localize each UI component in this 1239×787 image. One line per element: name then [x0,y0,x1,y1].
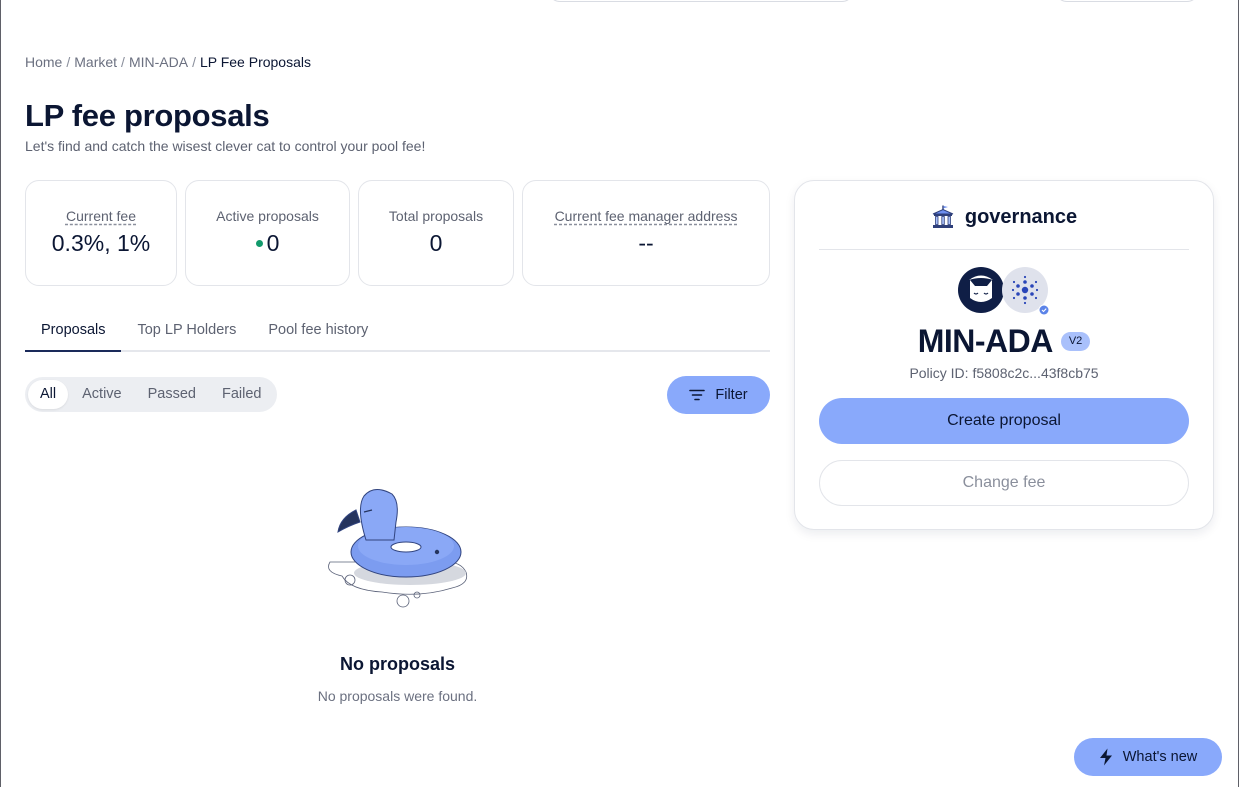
stat-card-current-fee: Current fee 0.3%, 1% [25,180,177,286]
whats-new-label: What's new [1122,749,1198,765]
governance-header: governance [795,205,1213,229]
stat-label: Total proposals [388,208,484,224]
active-dot-icon [255,240,263,247]
stat-card-total-proposals: Total proposals 0 [358,180,514,286]
breadcrumb: Home / Market / MIN-ADA / LP Fee Proposa… [25,54,311,70]
change-fee-button[interactable]: Change fee [819,460,1189,506]
empty-state-subtitle: No proposals were found. [317,688,478,704]
breadcrumb-separator: / [66,54,71,70]
tab-proposals[interactable]: Proposals [25,316,122,352]
filter-button-label: Filter [715,387,748,403]
tab-bar: Proposals Top LP Holders Pool fee histor… [25,316,770,352]
stat-label: Active proposals [216,208,319,224]
breadcrumb-separator: / [192,54,196,70]
breadcrumb-home[interactable]: Home [25,54,62,70]
pair-title: MIN-ADA [917,323,1054,359]
bank-icon [932,205,954,228]
status-all-button[interactable]: All [28,380,69,409]
stat-card-active-proposals: Active proposals 0 [185,180,350,286]
current-fee-value: 0.3%, 1% [51,230,151,256]
stat-label[interactable]: Current fee [26,208,176,224]
tab-top-lp-holders[interactable]: Top LP Holders [121,316,252,352]
flamingo-float-illustration [328,489,468,608]
pair-name-row: MIN-ADA V2 [795,323,1213,360]
page-title: LP fee proposals [25,98,270,133]
governance-card: governance MIN-ADA V2 Policy ID: f5808c2… [794,180,1214,530]
stat-label[interactable]: Current fee manager address [523,208,769,224]
fee-manager-value: -- [638,230,654,256]
status-passed-button[interactable]: Passed [136,380,208,409]
top-search-bar[interactable] [548,0,854,2]
min-token-icon [958,267,1004,313]
top-wallet-button[interactable] [1055,0,1199,2]
filter-button[interactable]: Filter [667,376,770,414]
create-proposal-button[interactable]: Create proposal [819,398,1189,444]
total-proposals-value: 0 [429,230,443,256]
status-active-button[interactable]: Active [70,380,134,409]
breadcrumb-market[interactable]: Market [74,54,117,70]
lightning-icon [1099,748,1112,766]
governance-title: governance [964,205,1078,228]
empty-state-title: No proposals [339,654,455,674]
active-proposals-value: 0 [266,230,280,256]
breadcrumb-separator: / [121,54,125,70]
breadcrumb-pair[interactable]: MIN-ADA [129,54,188,70]
whats-new-button[interactable]: What's new [1074,738,1222,776]
filter-icon [689,389,706,401]
policy-id[interactable]: Policy ID: f5808c2c...43f8cb75 [795,365,1213,381]
status-failed-button[interactable]: Failed [210,380,274,409]
breadcrumb-current: LP Fee Proposals [199,54,311,70]
verified-icon [1038,304,1050,316]
stat-value: 0 [359,230,513,257]
stat-value: -- [523,230,769,257]
tab-pool-fee-history[interactable]: Pool fee history [252,316,384,352]
status-segmented-control: All Active Passed Failed [25,377,277,412]
page-subtitle: Let's find and catch the wisest clever c… [25,138,426,154]
stat-card-fee-manager: Current fee manager address -- [522,180,770,286]
stat-value: 0.3%, 1% [26,230,176,257]
pair-icons [958,267,1050,316]
version-badge: V2 [1060,332,1091,351]
divider [819,249,1189,250]
stat-value: 0 [186,230,349,257]
